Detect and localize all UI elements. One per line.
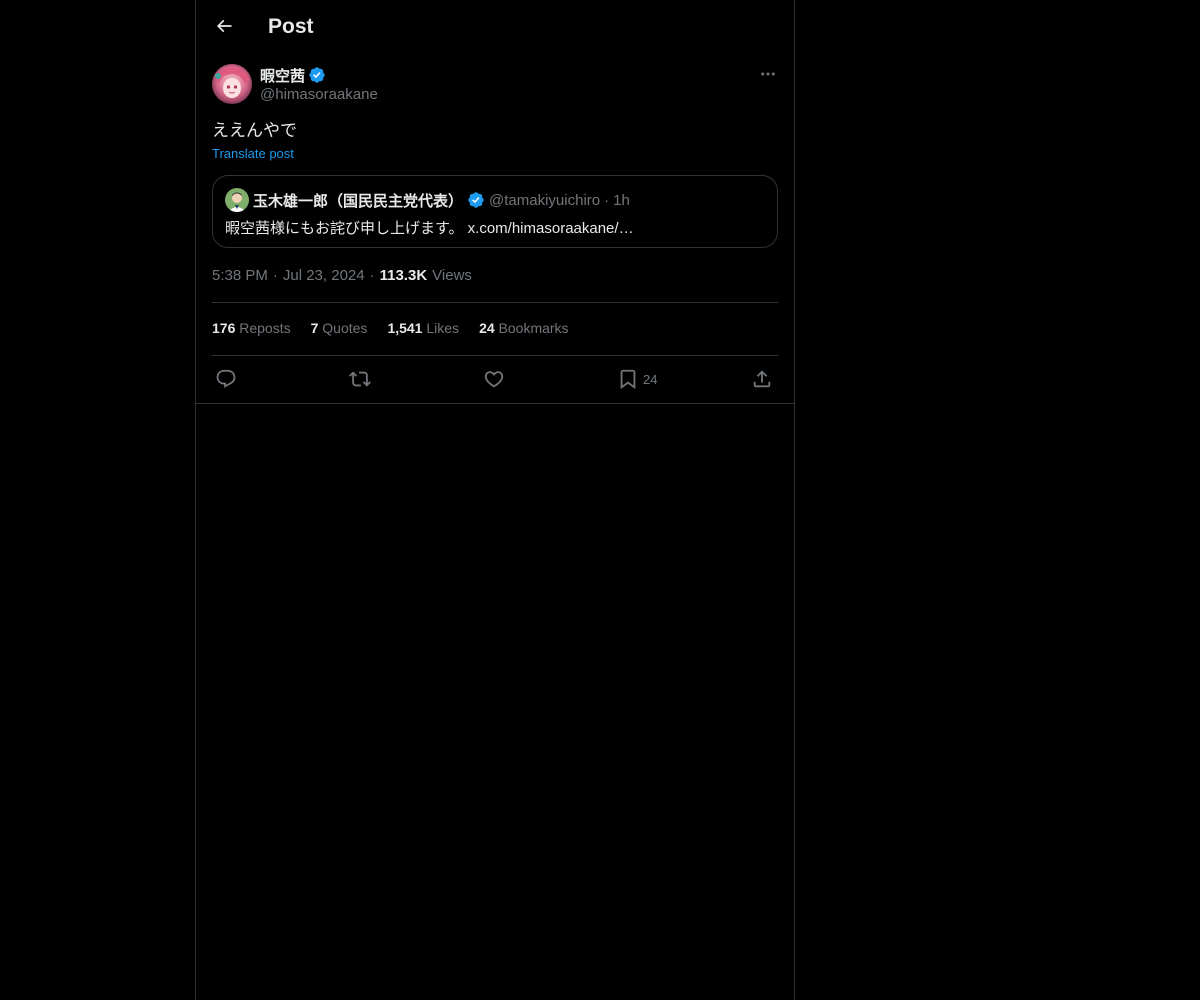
quote-time: 1h — [613, 191, 630, 209]
author-handle[interactable]: @himasoraakane — [260, 86, 378, 103]
engagement-stats: 176 Reposts 7 Quotes 1,541 Likes 24 Book… — [212, 320, 569, 336]
bookmarks-count: 24 — [479, 320, 495, 336]
meta-separator: · — [369, 267, 375, 284]
quotes-label: Quotes — [322, 320, 368, 336]
action-bar: 24 — [212, 366, 778, 392]
author-name-row: 暇空茜 — [260, 65, 326, 85]
quote-author-avatar — [225, 188, 249, 212]
views-label: Views — [432, 267, 472, 284]
quote-author-name: 玉木雄一郎（国民民主党代表） — [253, 192, 464, 210]
heart-icon — [484, 371, 504, 388]
divider — [212, 302, 778, 303]
post-bottom-divider — [196, 403, 794, 404]
author-avatar[interactable] — [212, 64, 252, 104]
quote-separator: · — [604, 191, 610, 209]
reply-button[interactable] — [215, 366, 237, 392]
quotes-stat[interactable]: 7 Quotes — [311, 320, 368, 336]
quote-text: 暇空茜様にもお詫び申し上げます。 x.com/himasoraakane/… — [225, 220, 634, 237]
verified-badge-icon — [309, 67, 325, 83]
share-button[interactable] — [751, 366, 773, 392]
bookmarks-stat[interactable]: 24 Bookmarks — [479, 320, 569, 336]
bookmark-button[interactable]: 24 — [617, 366, 657, 392]
repost-icon — [349, 371, 371, 387]
likes-label: Likes — [426, 320, 460, 336]
author-avatar-image — [212, 64, 252, 104]
more-horizontal-icon — [761, 72, 775, 76]
post-text: ええんやで — [212, 121, 297, 140]
reposts-stat[interactable]: 176 Reposts — [212, 320, 291, 336]
page-title: Post — [268, 15, 314, 38]
author-name[interactable]: 暇空茜 — [260, 65, 305, 86]
bookmark-action-count: 24 — [643, 371, 658, 387]
reposts-label: Reposts — [239, 320, 291, 336]
quote-author-handle: @tamakiyuichiro — [489, 191, 601, 209]
bookmark-icon — [620, 369, 636, 390]
more-button[interactable] — [758, 64, 778, 84]
quote-avatar-image — [225, 188, 249, 212]
arrow-left-icon — [216, 19, 232, 33]
quoted-post[interactable]: 玉木雄一郎（国民民主党代表） @tamakiyuichiro · 1h 暇空茜様… — [212, 175, 778, 248]
views-count: 113.3K — [379, 267, 428, 284]
back-button[interactable] — [208, 10, 240, 42]
likes-count: 1,541 — [387, 320, 423, 336]
main-column: Post 暇空茜 @himasoraakane ええんやで Translate … — [195, 0, 795, 1000]
post-date[interactable]: Jul 23, 2024 — [283, 267, 365, 284]
reposts-count: 176 — [212, 320, 236, 336]
reply-icon — [216, 369, 236, 388]
page-header: Post — [196, 0, 794, 53]
translate-post-link[interactable]: Translate post — [212, 146, 294, 161]
share-icon — [753, 370, 771, 388]
likes-stat[interactable]: 1,541 Likes — [387, 320, 459, 336]
post-meta: 5:38 PM · Jul 23, 2024 · 113.3K Views — [212, 267, 472, 284]
quotes-count: 7 — [310, 320, 319, 336]
verified-badge-icon — [468, 192, 484, 208]
divider — [212, 355, 778, 356]
meta-separator: · — [272, 267, 278, 284]
repost-button[interactable] — [349, 366, 371, 392]
bookmarks-label: Bookmarks — [498, 320, 569, 336]
like-button[interactable] — [483, 366, 505, 392]
quote-header: 玉木雄一郎（国民民主党代表） @tamakiyuichiro · 1h — [225, 188, 630, 212]
post-time[interactable]: 5:38 PM — [212, 267, 268, 284]
